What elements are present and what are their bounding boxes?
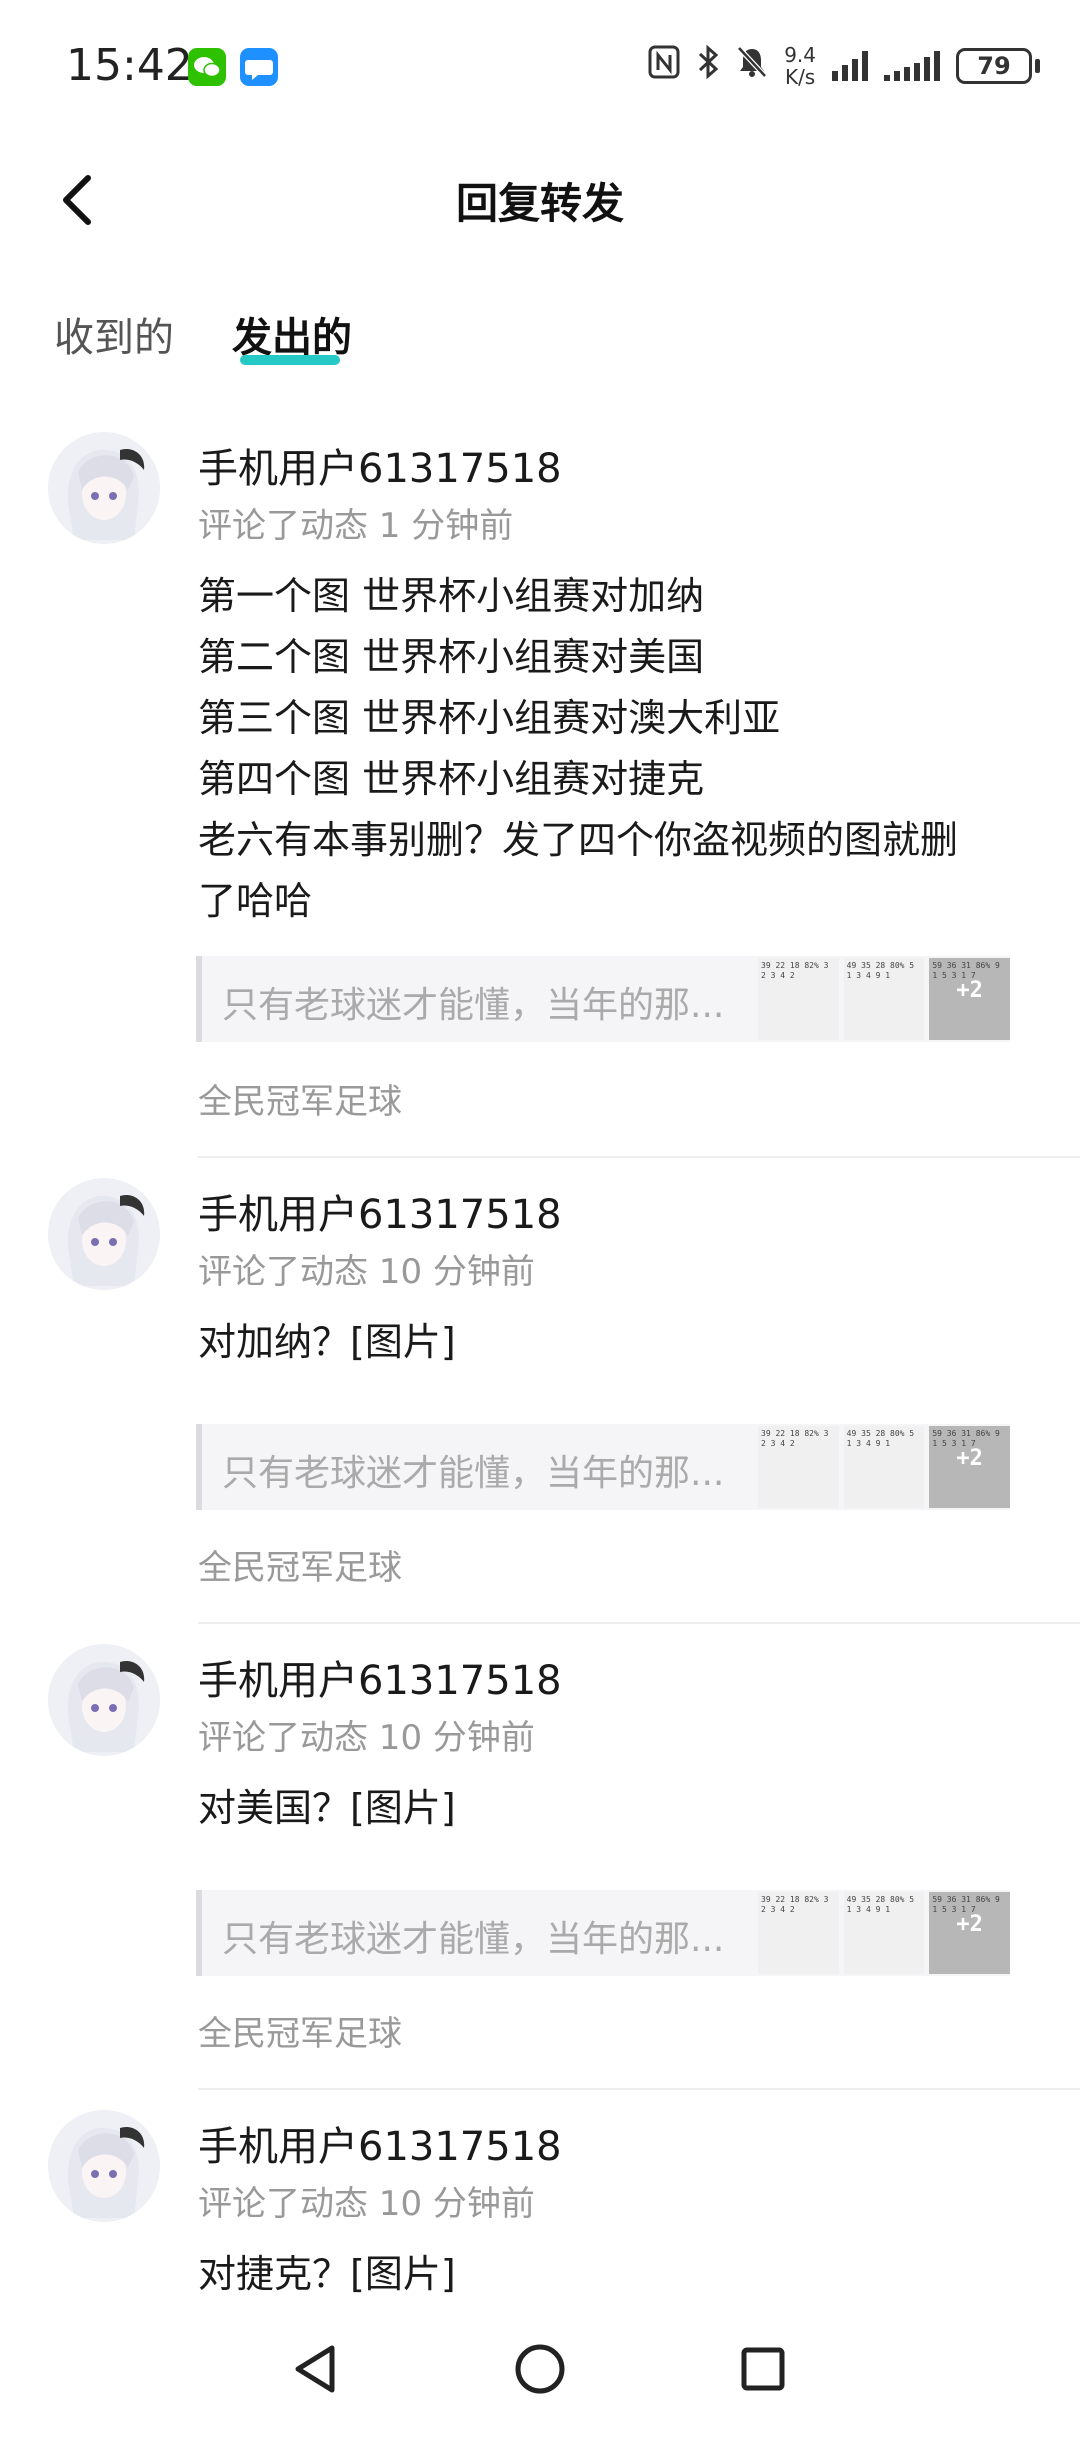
reply-list: 手机用户61317518 评论了动态 1 分钟前 第一个图 世界杯小组赛对加纳 … xyxy=(0,420,1080,2398)
more-images-count: +2 xyxy=(956,1446,983,1471)
avatar[interactable] xyxy=(48,1178,160,1290)
back-triangle-icon xyxy=(295,2345,335,2393)
more-images-count: +2 xyxy=(956,978,983,1003)
comment-content: 对美国？[图片] xyxy=(198,1778,1040,1839)
content-line: 了哈哈 xyxy=(198,879,313,923)
comment-content: 第一个图 世界杯小组赛对加纳 第二个图 世界杯小组赛对美国 第三个图 世界杯小组… xyxy=(198,566,1040,932)
mute-bell-icon xyxy=(736,45,768,88)
wechat-icon xyxy=(188,48,226,86)
avatar[interactable] xyxy=(48,2110,160,2222)
page-title: 回复转发 xyxy=(455,179,624,228)
thumbnail: 49 35 28 80% 5 1 3 4 9 1 xyxy=(843,958,925,1040)
net-speed-unit: K/s xyxy=(784,65,816,89)
content-line: 第二个图 世界杯小组赛对美国 xyxy=(198,635,705,679)
divider xyxy=(198,1622,1080,1624)
list-item[interactable]: 手机用户61317518 评论了动态 10 分钟前 对加纳？[图片] 只有老球迷… xyxy=(0,1166,1080,1632)
net-speed: 9.4 K/s xyxy=(784,44,816,88)
divider xyxy=(198,2088,1080,2090)
quoted-post-thumbnails: 39 22 18 82% 3 2 3 4 2 49 35 28 80% 5 1 … xyxy=(758,1426,1011,1508)
nav-home-button[interactable] xyxy=(505,2334,575,2404)
username[interactable]: 手机用户61317518 xyxy=(198,1182,562,1240)
quoted-post-thumbnails: 39 22 18 82% 3 2 3 4 2 49 35 28 80% 5 1 … xyxy=(758,958,1011,1040)
nav-back-button[interactable] xyxy=(280,2334,350,2404)
tab-received[interactable]: 收到的 xyxy=(54,305,174,363)
source-name[interactable]: 全民冠军足球 xyxy=(198,1074,402,1123)
quoted-post-text: 只有老球迷才能懂，当年的那... xyxy=(222,1919,725,1960)
content-line: 对加纳？[图片] xyxy=(198,1320,456,1364)
nav-recents-button[interactable] xyxy=(728,2334,798,2404)
recents-square-icon xyxy=(741,2347,785,2391)
header: 回复转发 xyxy=(0,140,1080,260)
comment-meta: 评论了动态 10 分钟前 xyxy=(198,2184,535,2224)
nfc-icon xyxy=(648,45,680,88)
thumbnail: 59 36 31 86% 9 1 5 3 1 7 +2 xyxy=(929,1892,1011,1974)
battery-icon: 79 xyxy=(956,48,1040,84)
more-images-count: +2 xyxy=(956,1912,983,1937)
tab-bar: 收到的 发出的 xyxy=(0,295,1080,395)
thumbnail: 59 36 31 86% 9 1 5 3 1 7 +2 xyxy=(929,1426,1011,1508)
source-name[interactable]: 全民冠军足球 xyxy=(198,2006,402,2055)
avatar[interactable] xyxy=(48,432,160,544)
comment-content: 对加纳？[图片] xyxy=(198,1312,1040,1373)
bluetooth-icon xyxy=(696,44,720,88)
list-item[interactable]: 手机用户61317518 评论了动态 1 分钟前 第一个图 世界杯小组赛对加纳 … xyxy=(0,420,1080,1166)
signal-2-icon xyxy=(884,51,940,81)
source-name[interactable]: 全民冠军足球 xyxy=(198,1540,402,1589)
quoted-post[interactable]: 只有老球迷才能懂，当年的那... 39 22 18 82% 3 2 3 4 2 … xyxy=(196,1424,1011,1510)
battery-level: 79 xyxy=(956,48,1032,84)
active-tab-indicator xyxy=(240,355,340,365)
quoted-post[interactable]: 只有老球迷才能懂，当年的那... 39 22 18 82% 3 2 3 4 2 … xyxy=(196,1890,1011,1976)
content-line: 老六有本事别删？发了四个你盗视频的图就删 xyxy=(198,818,959,862)
signal-1-icon xyxy=(832,51,868,81)
comment-meta: 评论了动态 1 分钟前 xyxy=(198,506,514,546)
status-bar: 15:42 9.4 K/s 79 xyxy=(0,0,1080,140)
home-circle-icon xyxy=(515,2344,565,2394)
thumbnail: 39 22 18 82% 3 2 3 4 2 xyxy=(758,1892,839,1974)
username[interactable]: 手机用户61317518 xyxy=(198,2114,562,2172)
content-line: 第一个图 世界杯小组赛对加纳 xyxy=(198,574,705,618)
divider xyxy=(198,1156,1080,1158)
message-icon xyxy=(240,48,278,86)
thumbnail: 49 35 28 80% 5 1 3 4 9 1 xyxy=(843,1892,925,1974)
content-line: 第三个图 世界杯小组赛对澳大利亚 xyxy=(198,696,781,740)
list-item[interactable]: 手机用户61317518 评论了动态 10 分钟前 对美国？[图片] 只有老球迷… xyxy=(0,1632,1080,2098)
net-speed-value: 9.4 xyxy=(784,43,816,67)
system-nav-bar xyxy=(0,2310,1080,2438)
thumbnail: 39 22 18 82% 3 2 3 4 2 xyxy=(758,1426,839,1508)
quoted-post[interactable]: 只有老球迷才能懂，当年的那... 39 22 18 82% 3 2 3 4 2 … xyxy=(196,956,1011,1042)
username[interactable]: 手机用户61317518 xyxy=(198,436,562,494)
comment-meta: 评论了动态 10 分钟前 xyxy=(198,1718,535,1758)
username[interactable]: 手机用户61317518 xyxy=(198,1648,562,1706)
thumbnail: 59 36 31 86% 9 1 5 3 1 7 +2 xyxy=(929,958,1011,1040)
content-line: 第四个图 世界杯小组赛对捷克 xyxy=(198,757,705,801)
comment-meta: 评论了动态 10 分钟前 xyxy=(198,1252,535,1292)
quoted-post-text: 只有老球迷才能懂，当年的那... xyxy=(222,1453,725,1494)
comment-content: 对捷克？[图片] xyxy=(198,2244,1040,2305)
quoted-post-text: 只有老球迷才能懂，当年的那... xyxy=(222,985,725,1026)
content-line: 对捷克？[图片] xyxy=(198,2252,456,2296)
content-line: 对美国？[图片] xyxy=(198,1786,456,1830)
thumbnail: 39 22 18 82% 3 2 3 4 2 xyxy=(758,958,839,1040)
avatar[interactable] xyxy=(48,1644,160,1756)
status-time: 15:42 xyxy=(66,40,193,91)
quoted-post-thumbnails: 39 22 18 82% 3 2 3 4 2 49 35 28 80% 5 1 … xyxy=(758,1892,1011,1974)
thumbnail: 49 35 28 80% 5 1 3 4 9 1 xyxy=(843,1426,925,1508)
